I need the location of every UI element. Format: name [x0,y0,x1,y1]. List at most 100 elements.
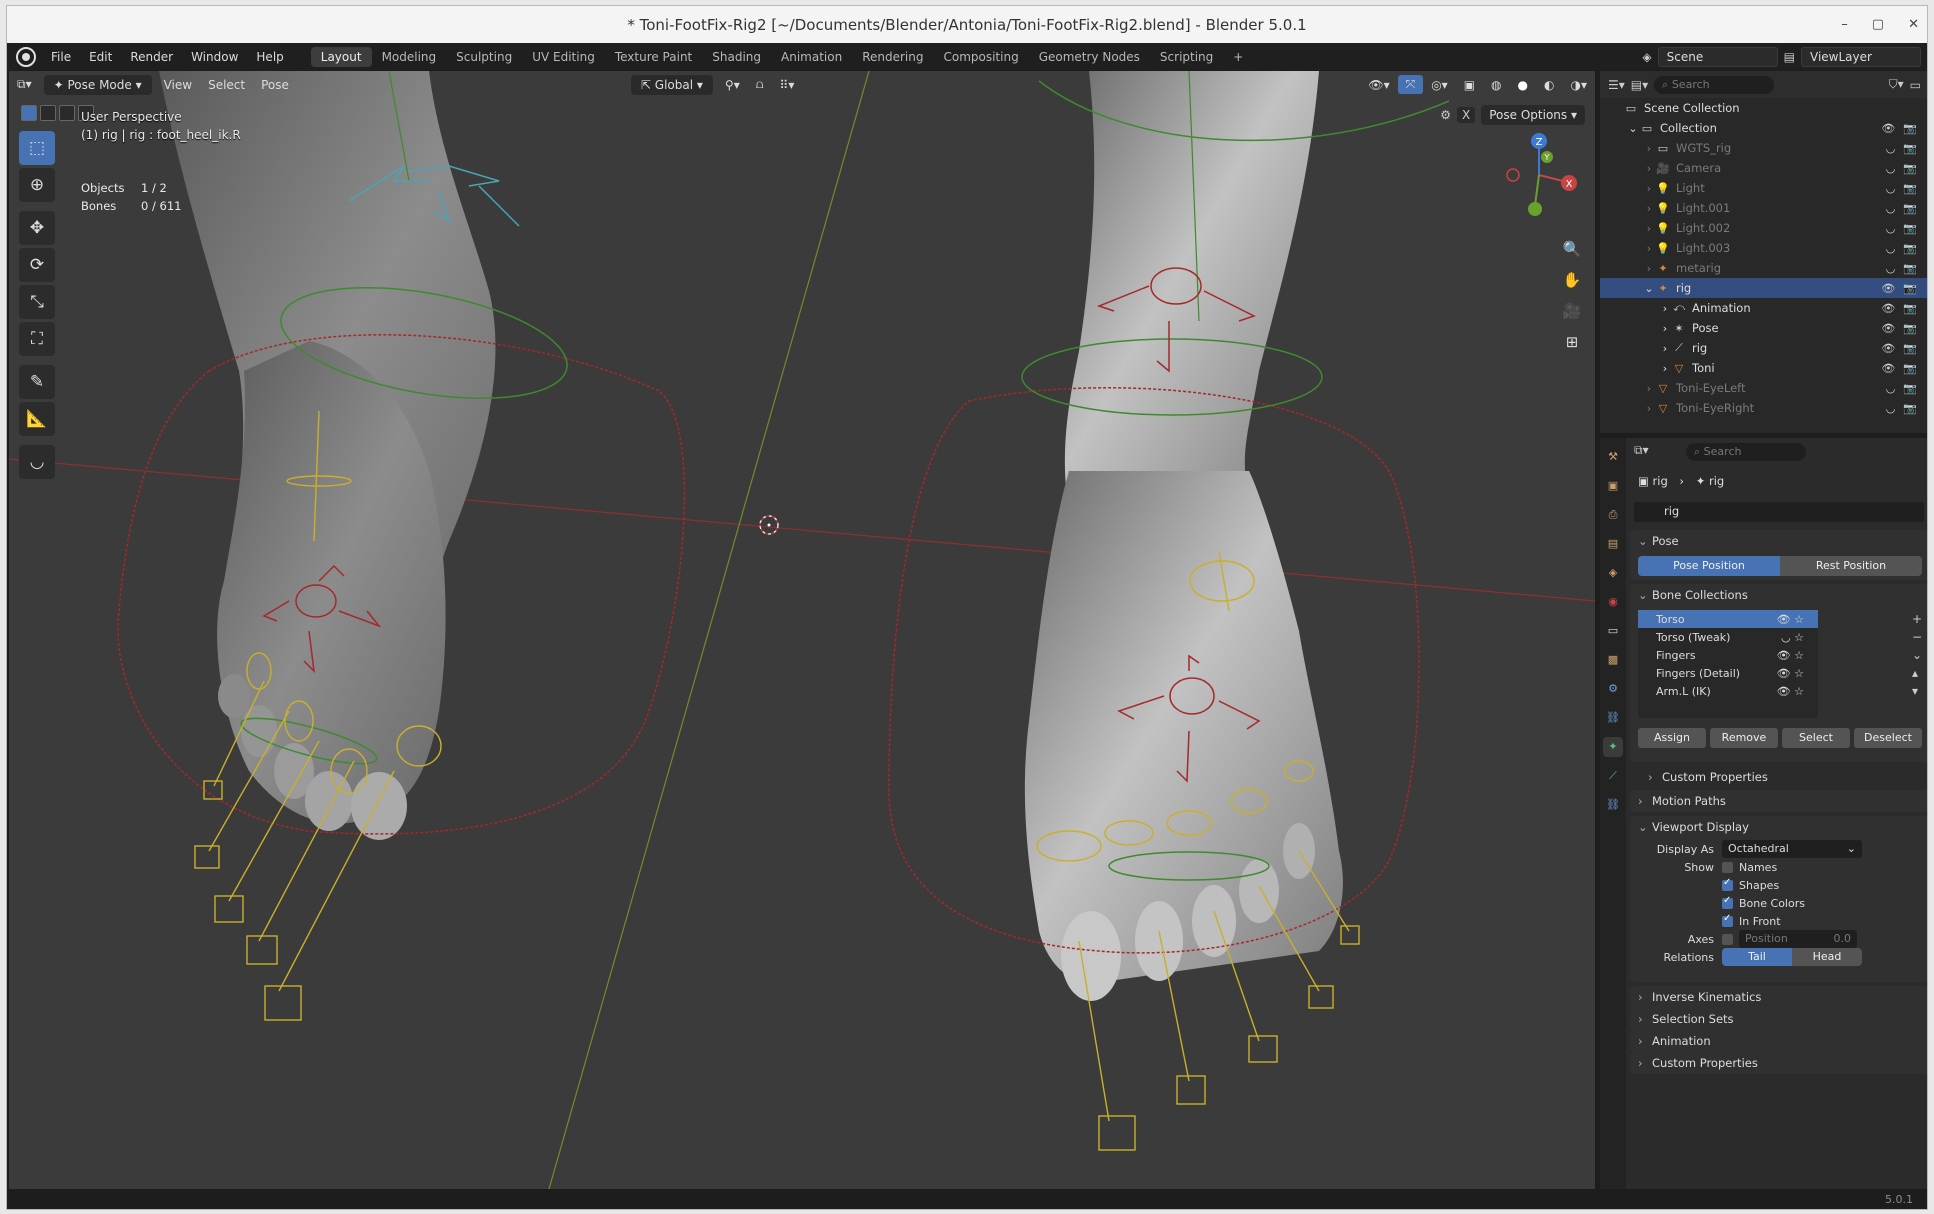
3d-viewport[interactable]: ⧉▾ ✦ Pose Mode ▾ View Select Pose ⇱ Glob… [9,71,1595,1189]
eye-icon[interactable]: 👁 [1881,362,1895,375]
eye-icon[interactable]: 👁 [1881,302,1895,315]
transform-affect-icon[interactable]: ⚙ [1440,108,1451,122]
bone-tab-icon[interactable]: ⟋ [1603,766,1623,786]
minimize-button[interactable]: – [1841,17,1848,32]
show-checkbox[interactable] [1722,895,1733,909]
visibility-icon[interactable]: 👁▾ [1360,76,1397,94]
bone-collection-item[interactable]: Torso (Tweak) ◡ ☆ [1638,628,1818,646]
measure-icon[interactable]: 📐 [19,402,55,436]
mode-selector[interactable]: ✦ Pose Mode ▾ [43,74,152,95]
zoom-icon[interactable]: 🔍 [1559,236,1585,262]
deselect-button[interactable]: Deselect [1854,728,1922,748]
outliner-row[interactable]: › 💡 Light.001 ◡ 📷 [1600,198,1927,218]
move-icon[interactable]: ✥ [19,211,55,245]
pivot-point-icon[interactable]: ⚲▾ [717,76,748,94]
outliner-row[interactable]: › ⟋ rig 👁 📷 [1600,338,1927,358]
annotate-icon[interactable]: ✎ [19,365,55,399]
tab-uv-editing[interactable]: UV Editing [522,47,605,67]
armature-data-tab-icon[interactable]: ✦ [1603,737,1623,757]
pose-position-button[interactable]: Pose Position [1638,556,1780,576]
render-camera-icon[interactable]: 📷 [1903,242,1917,255]
chevron-right-icon[interactable]: › [1642,402,1656,415]
render-camera-icon[interactable]: 📷 [1903,362,1917,375]
chevron-right-icon[interactable]: › [1658,322,1672,335]
display-mode-icon[interactable]: ▤▾ [1631,78,1648,92]
motion-paths-panel[interactable]: › Motion Paths [1630,790,1927,812]
tab-animation[interactable]: Animation [771,47,852,67]
outliner-row[interactable]: › 💡 Light.003 ◡ 📷 [1600,238,1927,258]
eye-closed-icon[interactable]: ◡ [1886,222,1896,235]
transform-icon[interactable]: ⛶ [19,322,55,356]
editor-type-icon[interactable]: ⧉▾ [9,75,40,94]
inverse-kinematics-panel[interactable]: › Inverse Kinematics [1630,986,1927,1008]
menu-file[interactable]: File [42,50,80,64]
chevron-down-icon[interactable]: ⌄ [1642,282,1656,295]
outliner-row[interactable]: › 💡 Light ◡ 📷 [1600,178,1927,198]
chevron-right-icon[interactable]: › [1642,242,1656,255]
visibility-solo-icon[interactable]: 👁 ☆ [1777,685,1804,698]
xray-icon[interactable]: ▣ [1456,76,1483,94]
perspective-grid-icon[interactable]: ⊞ [1559,329,1585,355]
maximize-button[interactable]: ▢ [1872,17,1884,32]
menu-help[interactable]: Help [247,50,292,64]
select-subtract-icon[interactable] [59,105,75,121]
bone-collection-item[interactable]: Fingers (Detail) 👁 ☆ [1638,664,1818,682]
filter-icon[interactable]: ⛉▾ [1889,77,1904,92]
pose-options-dropdown[interactable]: Pose Options ▾ [1481,105,1585,125]
select-extend-icon[interactable] [40,105,56,121]
outliner-row[interactable]: › ✶ Pose 👁 📷 [1600,318,1927,338]
outliner-row[interactable]: › ▽ Toni-EyeLeft ◡ 📷 [1600,378,1927,398]
eye-icon[interactable]: 👁 [1881,342,1895,355]
view-layer-tab-icon[interactable]: ▤ [1603,534,1623,554]
outliner-row[interactable]: › 🎥 Camera ◡ 📷 [1600,158,1927,178]
gizmo-neg-y[interactable] [1528,202,1542,216]
move-up-icon[interactable]: ▴ [1912,666,1922,680]
menu-view[interactable]: View [156,76,200,94]
viewport-display-header[interactable]: ⌄ Viewport Display [1630,816,1927,838]
relax-pose-icon[interactable]: ◡ [19,445,55,479]
outliner-row[interactable]: › ✦ metarig ◡ 📷 [1600,258,1927,278]
render-camera-icon[interactable]: 📷 [1903,302,1917,315]
chevron-right-icon[interactable]: › [1658,302,1672,315]
animation-panel[interactable]: › Animation [1630,1030,1927,1052]
outliner-row[interactable]: ▭ Scene Collection [1600,98,1927,118]
eye-closed-icon[interactable]: ◡ [1886,242,1896,255]
render-camera-icon[interactable]: 📷 [1903,342,1917,355]
camera-view-icon[interactable]: 🎥 [1559,298,1585,324]
add-workspace-icon[interactable]: + [1223,47,1253,67]
outliner-search-input[interactable]: ⌕ Search [1654,75,1775,94]
visibility-solo-icon[interactable]: ◡ ☆ [1781,631,1804,644]
remove-button[interactable]: Remove [1710,728,1778,748]
chevron-right-icon[interactable]: › [1642,382,1656,395]
chevron-right-icon[interactable]: › [1642,182,1656,195]
eye-icon[interactable]: 👁 [1881,122,1895,135]
bone-collection-item[interactable]: Torso 👁 ☆ [1638,610,1818,628]
eye-closed-icon[interactable]: ◡ [1886,182,1896,195]
visibility-solo-icon[interactable]: 👁 ☆ [1777,649,1804,662]
chevron-right-icon[interactable]: › [1642,222,1656,235]
mirror-x-button[interactable]: X [1457,107,1476,123]
bone-collection-item[interactable]: Arm.L (IK) 👁 ☆ [1638,682,1818,700]
outliner-row[interactable]: › ▽ Toni 👁 📷 [1600,358,1927,378]
pose-panel-header[interactable]: ⌄ Pose [1630,530,1927,552]
shading-solid-icon[interactable]: ● [1510,76,1536,94]
close-button[interactable]: ✕ [1908,17,1919,32]
transform-orientation-selector[interactable]: ⇱ Global ▾ [630,74,713,95]
menu-select[interactable]: Select [200,76,253,94]
show-checkbox[interactable] [1722,877,1733,891]
render-camera-icon[interactable]: 📷 [1903,182,1917,195]
relations-tail-button[interactable]: Tail [1722,948,1792,966]
snap-target-icon[interactable]: ⠿▾ [772,76,803,94]
cursor-icon[interactable]: ⊕ [19,168,55,202]
tab-rendering[interactable]: Rendering [852,47,933,67]
shading-rendered-icon[interactable]: ◑▾ [1563,76,1596,94]
move-down-icon[interactable]: ▾ [1912,684,1922,698]
render-camera-icon[interactable]: 📷 [1903,322,1917,335]
render-camera-icon[interactable]: 📷 [1903,202,1917,215]
outliner-row[interactable]: › ▽ Toni-EyeRight ◡ 📷 [1600,398,1927,418]
blender-logo-icon[interactable] [16,46,36,67]
tab-compositing[interactable]: Compositing [933,47,1028,67]
eye-closed-icon[interactable]: ◡ [1886,382,1896,395]
tab-shading[interactable]: Shading [702,47,771,67]
display-as-dropdown[interactable]: Octahedral ⌄ [1722,840,1862,858]
